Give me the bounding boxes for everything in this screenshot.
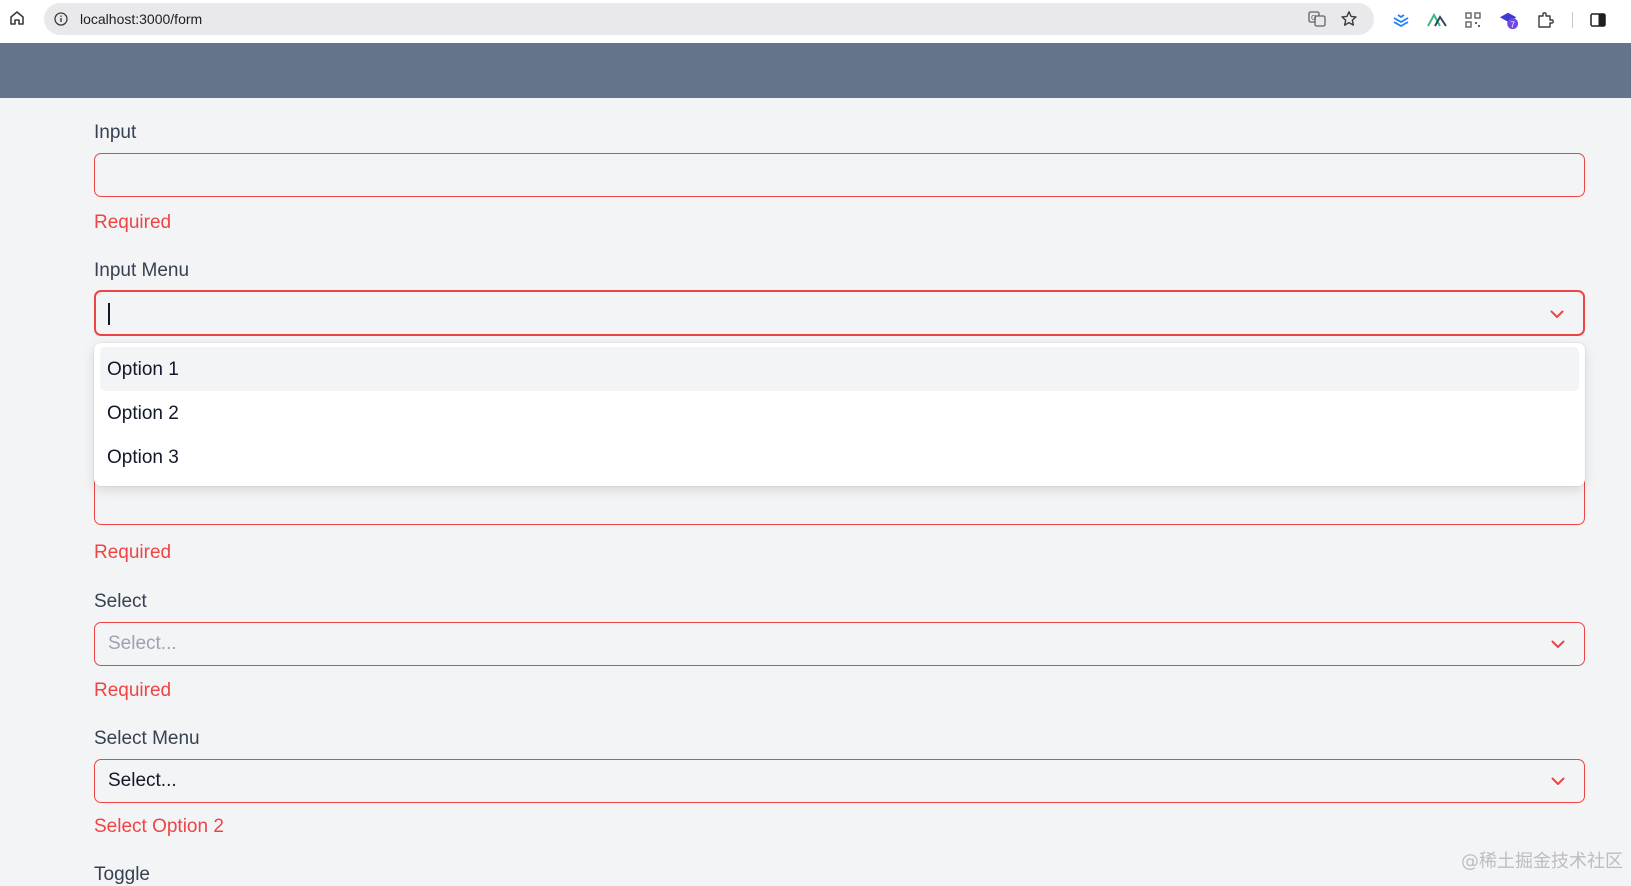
input-menu-field[interactable] xyxy=(94,290,1585,336)
bookmark-star-icon[interactable] xyxy=(1340,10,1358,28)
extension-vue-icon[interactable] xyxy=(1427,10,1447,30)
watermark: @稀土掘金技术社区 xyxy=(1461,847,1623,873)
dropdown-option-label: Option 1 xyxy=(107,359,179,381)
select-menu-error: Select Option 2 xyxy=(94,816,224,838)
address-bar[interactable]: localhost:3000/form G xyxy=(44,3,1374,35)
site-info-icon[interactable] xyxy=(54,12,68,26)
dropdown-option[interactable]: Option 2 xyxy=(100,391,1579,435)
dropdown-option[interactable]: Option 1 xyxy=(100,347,1579,391)
dropdown-option[interactable]: Option 3 xyxy=(100,435,1579,479)
dropdown-option-label: Option 3 xyxy=(107,447,179,469)
translate-icon[interactable]: G xyxy=(1308,10,1326,28)
select-menu-value: Select... xyxy=(108,770,177,792)
chevron-down-icon[interactable] xyxy=(1549,306,1565,322)
input-menu-label: Input Menu xyxy=(94,260,189,282)
extensions-puzzle-icon[interactable] xyxy=(1535,10,1555,30)
input-label: Input xyxy=(94,122,136,144)
chevron-down-icon[interactable] xyxy=(1550,773,1566,789)
select-field[interactable]: Select... xyxy=(94,622,1585,666)
browser-toolbar: localhost:3000/form G xyxy=(0,0,1631,44)
chevron-down-icon[interactable] xyxy=(1550,636,1566,652)
toggle-label: Toggle xyxy=(94,864,150,886)
input-field[interactable] xyxy=(94,153,1585,197)
home-icon[interactable] xyxy=(8,9,26,27)
input-menu-error: Required xyxy=(94,542,171,564)
app-header xyxy=(0,43,1631,98)
text-caret xyxy=(108,303,110,325)
input-menu-dropdown: Option 1 Option 2 Option 3 xyxy=(94,343,1585,486)
dropdown-option-label: Option 2 xyxy=(107,403,179,425)
select-menu-label: Select Menu xyxy=(94,728,200,750)
extension-graduation-icon[interactable]: 7 xyxy=(1499,10,1519,30)
extension-qrcode-icon[interactable] xyxy=(1463,10,1483,30)
svg-text:G: G xyxy=(1311,14,1316,22)
side-panel-icon[interactable] xyxy=(1588,10,1608,30)
select-placeholder: Select... xyxy=(108,633,177,655)
select-menu-field[interactable]: Select... xyxy=(94,759,1585,803)
extension-layers-icon[interactable] xyxy=(1391,10,1411,30)
select-label: Select xyxy=(94,591,147,613)
select-error: Required xyxy=(94,680,171,702)
url-text[interactable]: localhost:3000/form xyxy=(80,11,202,27)
input-error: Required xyxy=(94,212,171,234)
toolbar-separator xyxy=(1572,12,1573,28)
extension-badge: 7 xyxy=(1510,20,1515,29)
